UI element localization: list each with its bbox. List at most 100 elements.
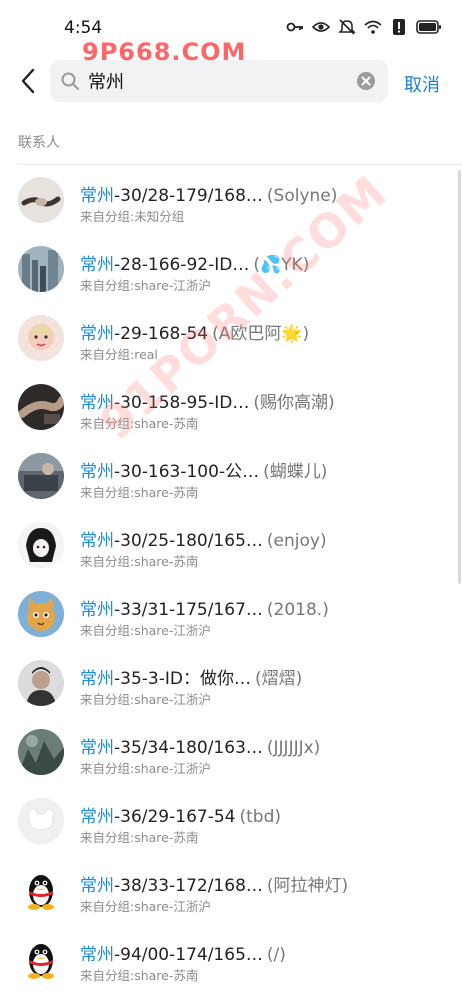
contact-name-rest: -94/00-174/165…	[114, 945, 263, 965]
contact-name: 常州-30/28-179/168… (Solyne)	[80, 181, 450, 206]
contact-name-rest: -35-3-ID：做你…	[114, 669, 251, 689]
contact-name-rest: -29-168-54	[114, 324, 209, 344]
contact-row[interactable]: 常州-38/33-172/168… (阿拉神灯) 来自分组:share-江浙沪	[0, 855, 462, 924]
contact-name-rest: -38/33-172/168…	[114, 876, 263, 896]
contact-name-rest: -36/29-167-54	[114, 807, 236, 827]
wifi-icon	[364, 18, 382, 36]
contact-group: 来自分组:share-苏南	[80, 830, 199, 845]
contact-name-rest: -35/34-180/163…	[114, 738, 263, 758]
avatar	[18, 246, 64, 292]
battery-icon	[416, 18, 442, 36]
contact-name-highlight: 常州	[80, 255, 114, 275]
contact-name-highlight: 常州	[80, 462, 114, 482]
contact-name-highlight: 常州	[80, 876, 114, 896]
contact-name-rest: -30/28-179/168…	[114, 186, 263, 206]
status-time: 4:54	[64, 18, 103, 38]
contact-nickname: (💦YK)	[253, 255, 310, 275]
contact-row[interactable]: 常州-36/29-167-54 (tbd) 来自分组:share-苏南	[0, 786, 462, 855]
search-icon	[60, 71, 80, 91]
avatar	[18, 453, 64, 499]
contact-row[interactable]: 常州-35/34-180/163… (JJJJJJx) 来自分组:share-江浙…	[0, 717, 462, 786]
contact-row[interactable]: 常州-30-163-100-公… (蝴蝶儿) 来自分组:share-苏南	[0, 441, 462, 510]
contact-nickname: (JJJJJJx)	[266, 738, 321, 758]
contact-nickname: (熠熠)	[254, 669, 303, 689]
contact-name-highlight: 常州	[80, 807, 114, 827]
contact-name: 常州-94/00-174/165… (/)	[80, 940, 450, 965]
contact-group: 来自分组:share-苏南	[80, 554, 199, 569]
contact-group: 来自分组:share-江浙沪	[80, 761, 211, 776]
avatar	[18, 867, 64, 913]
scrollbar[interactable]	[458, 170, 461, 584]
contact-group: 来自分组:share-江浙沪	[80, 692, 211, 707]
contact-name: 常州-33/31-175/167… (2018.)	[80, 595, 450, 620]
contact-name-rest: -33/31-175/167…	[114, 600, 263, 620]
key-icon	[286, 18, 304, 36]
avatar	[18, 522, 64, 568]
contact-name: 常州-36/29-167-54 (tbd)	[80, 802, 450, 827]
contact-row[interactable]: 常州-33/31-175/167… (2018.) 来自分组:share-江浙沪	[0, 579, 462, 648]
avatar	[18, 315, 64, 361]
contact-name-rest: -30/25-180/165…	[114, 531, 263, 551]
back-button[interactable]	[14, 64, 42, 98]
contact-row[interactable]: 常州-29-168-54 (A欧巴阿🌟) 来自分组:real	[0, 303, 462, 372]
contact-group: 来自分组:share-江浙沪	[80, 278, 211, 293]
contact-name: 常州-30/25-180/165… (enjoy)	[80, 526, 450, 551]
avatar	[18, 798, 64, 844]
contact-name: 常州-38/33-172/168… (阿拉神灯)	[80, 871, 450, 896]
avatar	[18, 591, 64, 637]
cancel-button[interactable]: 取消	[404, 71, 440, 97]
contact-nickname: (tbd)	[239, 807, 281, 827]
avatar	[18, 384, 64, 430]
contact-name-highlight: 常州	[80, 600, 114, 620]
contact-name-highlight: 常州	[80, 393, 114, 413]
contact-name-highlight: 常州	[80, 531, 114, 551]
contact-group: 来自分组:share-苏南	[80, 968, 199, 983]
contact-row[interactable]: 常州-28-166-92-ID… (💦YK) 来自分组:share-江浙沪	[0, 234, 462, 303]
alert-icon	[390, 18, 408, 36]
status-icons	[286, 18, 442, 36]
contact-name-highlight: 常州	[80, 738, 114, 758]
section-label-contacts: 联系人	[18, 135, 60, 151]
contact-nickname: (/)	[266, 945, 286, 965]
contact-group: 来自分组:share-江浙沪	[80, 623, 211, 638]
mute-icon	[338, 18, 356, 36]
contact-name: 常州-29-168-54 (A欧巴阿🌟)	[80, 319, 450, 344]
contact-name-rest: -30-158-95-ID…	[114, 393, 250, 413]
contact-name-rest: -28-166-92-ID…	[114, 255, 250, 275]
clear-icon[interactable]	[356, 71, 376, 91]
contact-group: 来自分组:real	[80, 347, 158, 362]
search-input[interactable]	[88, 69, 348, 93]
contact-group: 来自分组:未知分组	[80, 209, 185, 224]
contact-group: 来自分组:share-苏南	[80, 416, 199, 431]
contact-name-highlight: 常州	[80, 186, 114, 206]
eye-icon	[312, 18, 330, 36]
contact-name: 常州-28-166-92-ID… (💦YK)	[80, 250, 450, 275]
contact-nickname: (阿拉神灯)	[266, 876, 349, 896]
contact-group: 来自分组:share-苏南	[80, 485, 199, 500]
contact-name-highlight: 常州	[80, 669, 114, 689]
contact-row[interactable]: 常州-30-158-95-ID… (赐你高潮) 来自分组:share-苏南	[0, 372, 462, 441]
contact-name-highlight: 常州	[80, 324, 114, 344]
contact-row[interactable]: 常州-30/28-179/168… (Solyne) 来自分组:未知分组	[0, 165, 462, 234]
avatar	[18, 936, 64, 982]
contact-name: 常州-35/34-180/163… (JJJJJJx)	[80, 733, 450, 758]
contact-row[interactable]: 常州-94/00-174/165… (/) 来自分组:share-苏南	[0, 924, 462, 993]
contact-nickname: (赐你高潮)	[253, 393, 335, 413]
contact-row[interactable]: 常州-30/25-180/165… (enjoy) 来自分组:share-苏南	[0, 510, 462, 579]
status-bar: 4:54	[0, 0, 462, 52]
contact-row[interactable]: 常州-35-3-ID：做你… (熠熠) 来自分组:share-江浙沪	[0, 648, 462, 717]
contact-nickname: (2018.)	[266, 600, 329, 620]
avatar	[18, 177, 64, 223]
contact-name-highlight: 常州	[80, 945, 114, 965]
contact-nickname: (Solyne)	[266, 186, 338, 206]
contact-name: 常州-30-163-100-公… (蝴蝶儿)	[80, 457, 450, 482]
contact-list: 常州-30/28-179/168… (Solyne) 来自分组:未知分组 常州-2…	[0, 165, 462, 993]
avatar	[18, 660, 64, 706]
back-arrow-icon	[21, 68, 35, 94]
contact-name: 常州-30-158-95-ID… (赐你高潮)	[80, 388, 450, 413]
contact-nickname: (enjoy)	[266, 531, 327, 551]
contact-nickname: (A欧巴阿🌟)	[212, 324, 310, 344]
contact-name: 常州-35-3-ID：做你… (熠熠)	[80, 664, 450, 689]
contact-group: 来自分组:share-江浙沪	[80, 899, 211, 914]
search-box[interactable]	[50, 60, 388, 102]
